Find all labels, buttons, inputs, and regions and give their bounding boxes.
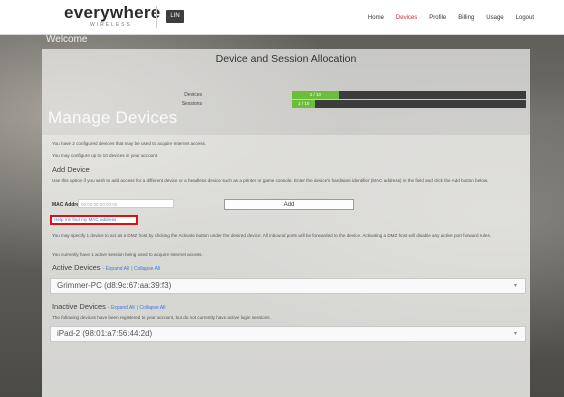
nav-usage[interactable]: Usage: [486, 12, 503, 24]
active-collapse-all-link[interactable]: Collapse All: [134, 266, 160, 272]
dmz-info-text: You may specify 1 device to act as a DMZ…: [52, 233, 492, 238]
sessions-allocation-row: Sessions 1 / 10: [42, 100, 530, 108]
everywhere-wireless-logo[interactable]: everywhere WIRELESS: [64, 4, 160, 30]
mac-address-input[interactable]: 00:00:00:00:00:00: [78, 199, 174, 208]
inactive-device-row[interactable]: iPad-2 (98:01:a7:56:44:2d) ▾: [50, 326, 526, 342]
configured-devices-text: You have 2 configured devices that may b…: [52, 141, 207, 146]
add-device-help-text: Use this option if you wish to add acces…: [52, 178, 489, 183]
active-devices-title: Active Devices: [52, 263, 101, 272]
inactive-expand-all-link[interactable]: Expand All: [111, 305, 135, 311]
logo-wordmark: everywhere: [64, 3, 161, 22]
nav-billing[interactable]: Billing: [458, 12, 474, 24]
manage-devices-title: Manage Devices: [48, 108, 178, 127]
active-sessions-text: You currently have 1 active session bein…: [52, 252, 203, 257]
inactive-devices-text: The following devices have been register…: [52, 315, 271, 320]
devices-allocation-label: Devices: [184, 92, 202, 98]
chevron-down-icon[interactable]: ▾: [514, 279, 517, 293]
devices-allocation-bar: 2 / 10: [292, 91, 526, 99]
sessions-allocation-label: Sessions: [181, 101, 202, 107]
active-devices-heading: Active Devices - Expand All | Collapse A…: [52, 263, 160, 272]
nav-home[interactable]: Home: [368, 12, 384, 24]
logo-subtitle: WIRELESS: [90, 22, 132, 28]
allocation-title: Device and Session Allocation: [215, 53, 357, 65]
devices-allocation-row: Devices 2 / 10: [42, 91, 530, 99]
sessions-allocation-fill: 1 / 10: [292, 100, 316, 108]
welcome-heading: Welcome: [46, 34, 88, 45]
inactive-devices-heading: Inactive Devices - Expand All | Collapse…: [52, 302, 165, 311]
main-nav: Home Devices Profile Billing Usage Logou…: [368, 12, 534, 24]
nav-devices[interactable]: Devices: [396, 12, 417, 24]
active-expand-all-link[interactable]: Expand All: [106, 266, 130, 272]
partner-badge: LIN: [166, 10, 184, 23]
add-device-heading: Add Device: [52, 165, 90, 174]
manage-devices-panel: You have 2 configured devices that may b…: [42, 135, 530, 397]
active-device-row[interactable]: Grimmer-PC (d8:9c:67:aa:39:f3) ▾: [50, 278, 526, 294]
configure-limit-text: You may configure up to 10 devices in yo…: [52, 153, 159, 158]
nav-logout[interactable]: Logout: [516, 12, 534, 24]
sessions-allocation-bar: 1 / 10: [292, 100, 526, 108]
chevron-down-icon[interactable]: ▾: [514, 327, 517, 341]
devices-allocation-fill: 2 / 10: [292, 91, 339, 99]
main-content: Welcome Device and Session Allocation De…: [42, 34, 530, 397]
inactive-devices-title: Inactive Devices: [52, 302, 106, 311]
help-find-mac-link[interactable]: Help me find my MAC address: [50, 215, 138, 225]
active-device-name: Grimmer-PC (d8:9c:67:aa:39:f3): [57, 281, 172, 290]
nav-profile[interactable]: Profile: [429, 12, 446, 24]
header-divider: [156, 6, 157, 28]
add-device-button[interactable]: Add: [224, 199, 354, 210]
inactive-collapse-all-link[interactable]: Collapse All: [139, 305, 165, 311]
inactive-device-name: iPad-2 (98:01:a7:56:44:2d): [57, 329, 153, 338]
top-navigation-bar: everywhere WIRELESS LIN Home Devices Pro…: [0, 0, 564, 35]
